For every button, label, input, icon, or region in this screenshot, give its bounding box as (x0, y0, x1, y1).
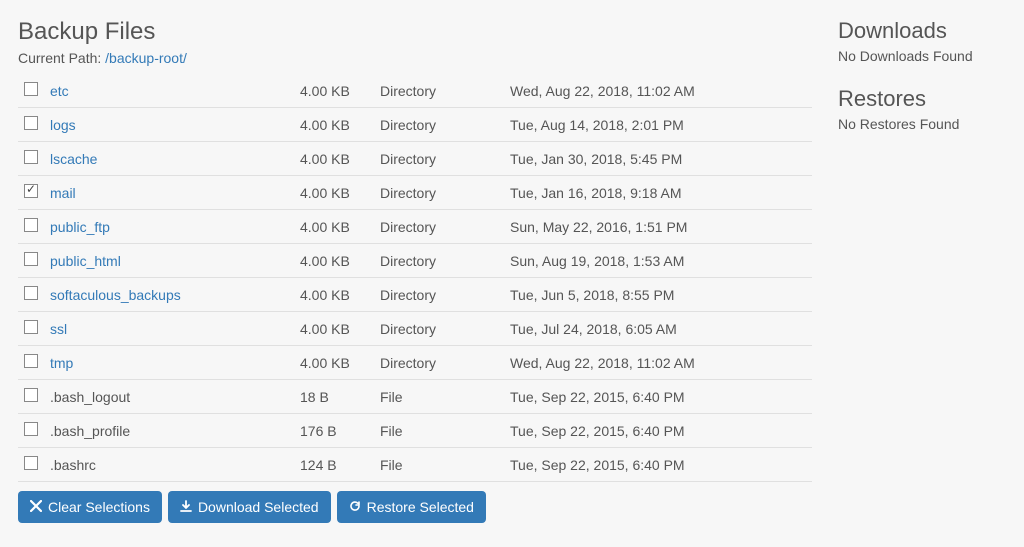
type-cell: Directory (374, 244, 504, 278)
restore-label: Restore Selected (367, 499, 474, 515)
restores-heading: Restores (838, 86, 1010, 112)
row-checkbox[interactable] (24, 456, 38, 470)
folder-link[interactable]: etc (50, 83, 69, 99)
row-checkbox[interactable] (24, 388, 38, 402)
downloads-heading: Downloads (838, 18, 1010, 44)
folder-link[interactable]: tmp (50, 355, 73, 371)
table-row: tmp 4.00 KBDirectoryWed, Aug 22, 2018, 11… (18, 346, 812, 380)
clear-label: Clear Selections (48, 499, 150, 515)
size-cell: 4.00 KB (294, 278, 374, 312)
download-label: Download Selected (198, 499, 319, 515)
type-cell: Directory (374, 176, 504, 210)
date-cell: Wed, Aug 22, 2018, 11:02 AM (504, 74, 812, 108)
type-cell: File (374, 414, 504, 448)
date-cell: Sun, May 22, 2016, 1:51 PM (504, 210, 812, 244)
table-row: public_ftp 4.00 KBDirectorySun, May 22, 2… (18, 210, 812, 244)
table-row: .bash_profile 176 BFileTue, Sep 22, 2015,… (18, 414, 812, 448)
row-checkbox[interactable] (24, 82, 38, 96)
table-row: .bashrc 124 BFileTue, Sep 22, 2015, 6:40 … (18, 448, 812, 482)
row-checkbox[interactable] (24, 354, 38, 368)
type-cell: Directory (374, 278, 504, 312)
date-cell: Tue, Jan 16, 2018, 9:18 AM (504, 176, 812, 210)
size-cell: 4.00 KB (294, 142, 374, 176)
type-cell: File (374, 482, 504, 483)
folder-link[interactable]: mail (50, 185, 76, 201)
date-cell: Sun, Aug 19, 2018, 1:53 AM (504, 244, 812, 278)
size-cell: 4.00 KB (294, 74, 374, 108)
row-checkbox[interactable] (24, 150, 38, 164)
date-cell: Tue, Sep 22, 2015, 6:40 PM (504, 380, 812, 414)
type-cell: File (374, 380, 504, 414)
side-panel: Downloads No Downloads Found Restores No… (824, 0, 1024, 547)
table-row: .contactemail24 BFileSun, May 22, 2016, … (18, 482, 812, 483)
breadcrumb: Current Path: /backup-root/ (18, 50, 812, 66)
date-cell: Tue, Sep 22, 2015, 6:40 PM (504, 448, 812, 482)
file-label: .bashrc (50, 457, 96, 473)
refresh-icon (349, 499, 361, 515)
clear-selections-button[interactable]: Clear Selections (18, 491, 162, 523)
row-checkbox[interactable] (24, 286, 38, 300)
folder-link[interactable]: ssl (50, 321, 67, 337)
action-bar: Clear Selections Download Selected Resto… (18, 491, 486, 523)
date-cell: Sun, May 22, 2016, 1:51 PM (504, 482, 812, 483)
path-label: Current Path: (18, 50, 105, 66)
date-cell: Tue, Jun 5, 2018, 8:55 PM (504, 278, 812, 312)
size-cell: 4.00 KB (294, 312, 374, 346)
size-cell: 4.00 KB (294, 244, 374, 278)
table-row: lscache 4.00 KBDirectoryTue, Jan 30, 2018… (18, 142, 812, 176)
close-icon (30, 499, 42, 515)
table-row: public_html 4.00 KBDirectorySun, Aug 19, … (18, 244, 812, 278)
row-checkbox[interactable] (24, 422, 38, 436)
row-checkbox[interactable] (24, 252, 38, 266)
path-link[interactable]: /backup-root/ (105, 50, 187, 66)
folder-link[interactable]: logs (50, 117, 76, 133)
date-cell: Tue, Jan 30, 2018, 5:45 PM (504, 142, 812, 176)
download-selected-button[interactable]: Download Selected (168, 491, 331, 523)
size-cell: 4.00 KB (294, 210, 374, 244)
size-cell: 176 B (294, 414, 374, 448)
table-row: logs 4.00 KBDirectoryTue, Aug 14, 2018, 2… (18, 108, 812, 142)
row-checkbox[interactable] (24, 320, 38, 334)
restore-selected-button[interactable]: Restore Selected (337, 491, 486, 523)
row-checkbox[interactable] (24, 184, 38, 198)
download-icon (180, 499, 192, 515)
type-cell: Directory (374, 74, 504, 108)
date-cell: Wed, Aug 22, 2018, 11:02 AM (504, 346, 812, 380)
folder-link[interactable]: lscache (50, 151, 97, 167)
size-cell: 124 B (294, 448, 374, 482)
folder-link[interactable]: public_html (50, 253, 121, 269)
restores-empty: No Restores Found (838, 116, 1010, 132)
date-cell: Tue, Aug 14, 2018, 2:01 PM (504, 108, 812, 142)
size-cell: 4.00 KB (294, 176, 374, 210)
file-table: etc4.00 KBDirectoryWed, Aug 22, 2018, 11… (18, 74, 812, 482)
type-cell: File (374, 448, 504, 482)
size-cell: 4.00 KB (294, 108, 374, 142)
size-cell: 24 B (294, 482, 374, 483)
table-row: mail 4.00 KBDirectoryTue, Jan 16, 2018, 9… (18, 176, 812, 210)
type-cell: Directory (374, 346, 504, 380)
date-cell: Tue, Jul 24, 2018, 6:05 AM (504, 312, 812, 346)
date-cell: Tue, Sep 22, 2015, 6:40 PM (504, 414, 812, 448)
table-row: softaculous_backups 4.00 KBDirectoryTue, … (18, 278, 812, 312)
table-row: etc 4.00 KBDirectoryWed, Aug 22, 2018, 11… (18, 74, 812, 108)
type-cell: Directory (374, 142, 504, 176)
table-row: ssl 4.00 KBDirectoryTue, Jul 24, 2018, 6:… (18, 312, 812, 346)
size-cell: 18 B (294, 380, 374, 414)
folder-link[interactable]: public_ftp (50, 219, 110, 235)
type-cell: Directory (374, 210, 504, 244)
folder-link[interactable]: softaculous_backups (50, 287, 181, 303)
downloads-empty: No Downloads Found (838, 48, 1010, 64)
row-checkbox[interactable] (24, 116, 38, 130)
table-row: .bash_logout 18 BFileTue, Sep 22, 2015, 6… (18, 380, 812, 414)
main-panel: Backup Files Current Path: /backup-root/… (0, 0, 824, 547)
file-table-scroll[interactable]: etc4.00 KBDirectoryWed, Aug 22, 2018, 11… (18, 74, 812, 482)
file-label: .bash_profile (50, 423, 130, 439)
type-cell: Directory (374, 312, 504, 346)
size-cell: 4.00 KB (294, 346, 374, 380)
type-cell: Directory (374, 108, 504, 142)
file-label: .bash_logout (50, 389, 130, 405)
row-checkbox[interactable] (24, 218, 38, 232)
page-title: Backup Files (18, 18, 812, 46)
